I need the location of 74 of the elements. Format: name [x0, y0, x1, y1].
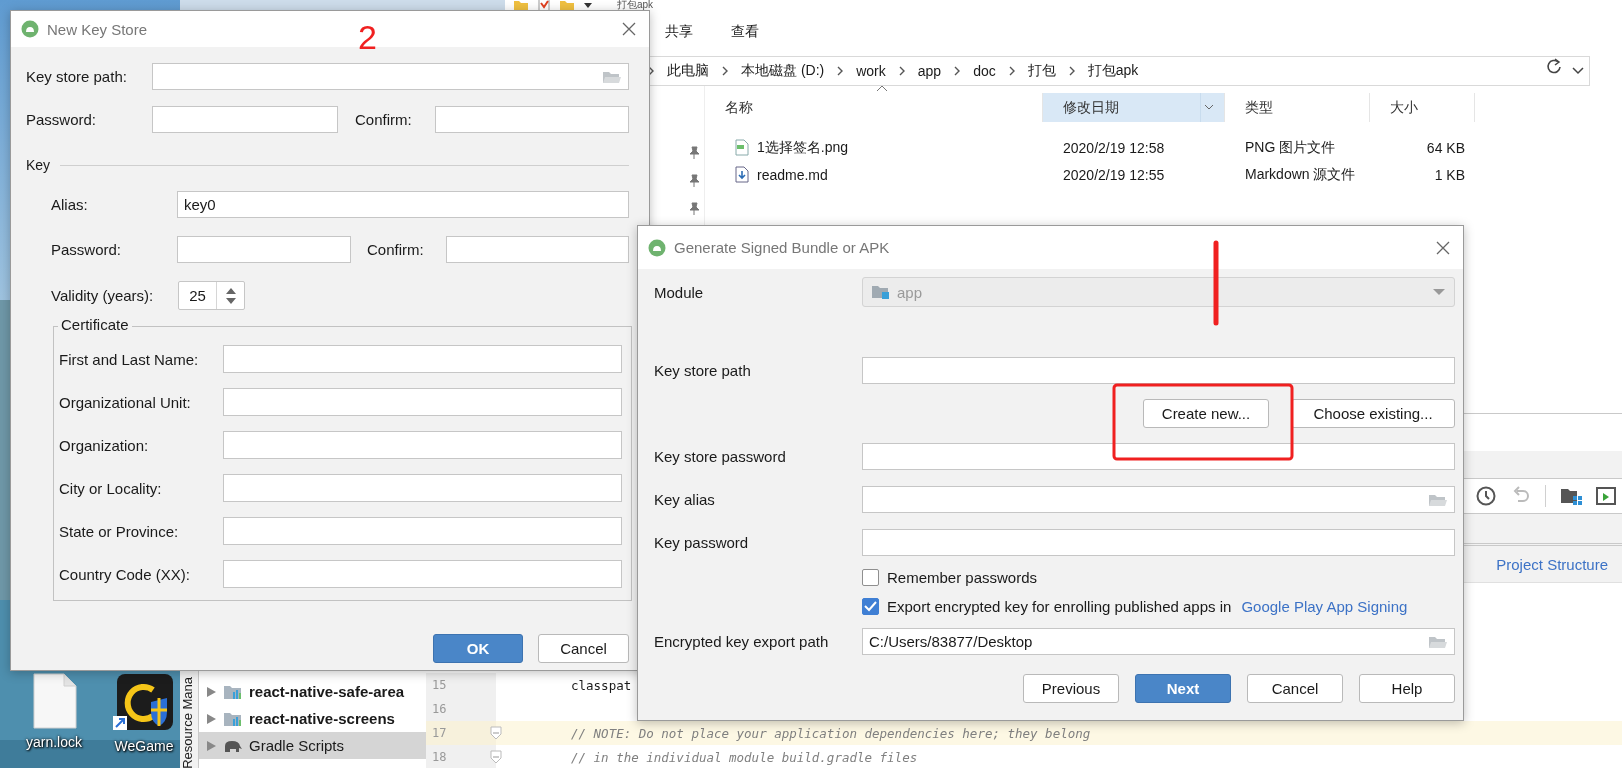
breadcrumb-item[interactable]: 打包 [1027, 62, 1056, 80]
line-number: 18 [432, 750, 447, 764]
field-label: Organization: [59, 436, 150, 454]
group-label: Certificate [58, 316, 132, 333]
modified-date: 2020/2/19 12:55 [1062, 166, 1166, 183]
file-type: Markdown 源文件 [1244, 165, 1357, 184]
dialog-button[interactable]: Help [1359, 674, 1455, 703]
primary-button[interactable]: OK [433, 634, 523, 663]
ribbon-tab[interactable]: 共享 [665, 23, 693, 41]
checkbox-label: Export encrypted key for enrolling published apps in [887, 598, 1232, 615]
field-label: Key store path: [26, 68, 128, 85]
file-size: 64 KB [1425, 139, 1466, 156]
line-number: 17 [432, 726, 447, 740]
annotation-number: 2 [358, 18, 377, 57]
field-label: Key store path [654, 362, 752, 379]
code-comment: // in the individual module build.gradle files [570, 749, 918, 765]
alias-field[interactable]: key0 [177, 191, 629, 218]
field-value: key0 [184, 196, 216, 213]
file-size: 1 KB [1433, 166, 1466, 183]
field-label: Confirm: [367, 241, 425, 258]
file-name[interactable]: 1选择签名.png [757, 138, 849, 157]
field-value: C:/Users/83877/Desktop [869, 633, 1033, 650]
field-label: Alias: [51, 196, 89, 213]
field-label: Validity (years): [51, 287, 155, 304]
icon-label[interactable]: yarn.lock [26, 734, 82, 750]
icon-label[interactable]: WeGame [114, 738, 174, 754]
tree-item[interactable]: react-native-safe-area [199, 678, 426, 705]
column-header[interactable]: 修改日期 [1043, 93, 1225, 122]
signing-link[interactable]: Google Play App Signing [1241, 598, 1408, 615]
field-label: Module [654, 283, 705, 301]
column-header[interactable]: 大小 [1370, 93, 1475, 122]
field-label: Key password [654, 534, 750, 551]
field-label: Organizational Unit: [59, 393, 192, 411]
modified-date: 2020/2/19 12:58 [1062, 139, 1166, 156]
breadcrumb-item[interactable]: 此电脑 [667, 62, 709, 80]
file-type: PNG 图片文件 [1244, 138, 1337, 157]
number-spinner[interactable]: 25 [178, 281, 245, 310]
code-line: classpat [570, 677, 632, 693]
breadcrumb-item[interactable]: app [917, 63, 942, 79]
field-label: Key store password [654, 448, 787, 465]
dialog-title: Generate Signed Bundle or APK [674, 239, 890, 256]
line-number: 15 [432, 678, 447, 692]
dialog-button[interactable]: Previous [1023, 674, 1119, 703]
tree-item[interactable]: Gradle Scripts [199, 732, 426, 759]
tree-item[interactable]: react-native-screens [199, 705, 426, 732]
field-label: First and Last Name: [59, 350, 200, 368]
dialog-title: New Key Store [47, 20, 148, 38]
field-label: State or Province: [59, 522, 180, 540]
field-label: Password: [51, 241, 123, 258]
field-label: Key alias [654, 491, 716, 508]
field-label: Country Code (XX): [59, 565, 191, 583]
dialog-button[interactable]: Choose existing... [1291, 399, 1455, 428]
field-label: Encrypted key export path [654, 633, 830, 650]
breadcrumb-item[interactable]: doc [973, 63, 996, 79]
dialog-button[interactable]: Create new... [1143, 399, 1269, 428]
section-label: Key [26, 157, 51, 173]
field-label: City or Locality: [59, 479, 163, 497]
file-name[interactable]: readme.md [757, 166, 828, 183]
checkbox-label: Remember passwords [887, 569, 1038, 586]
project-structure-link[interactable]: Project Structure [1496, 555, 1608, 573]
field-label: Confirm: [355, 111, 413, 128]
dialog-button[interactable]: Cancel [1247, 674, 1343, 703]
dialog-button[interactable]: Cancel [538, 634, 629, 663]
breadcrumb-item[interactable]: 本地磁盘 (D:) [741, 62, 825, 80]
path-field[interactable]: C:/Users/83877/Desktop [862, 628, 1455, 655]
line-number: 16 [432, 702, 447, 716]
field-label: Password: [26, 111, 98, 128]
window-title: 打包apk [617, 0, 654, 10]
ribbon-tab[interactable]: 查看 [731, 23, 759, 41]
breadcrumb-item[interactable]: work [856, 63, 886, 79]
breadcrumb-item[interactable]: 打包apk [1087, 62, 1139, 80]
primary-button[interactable]: Next [1135, 674, 1231, 703]
column-header[interactable]: 类型 [1225, 93, 1370, 122]
code-comment: // NOTE: Do not place your application dependencies here; they belong [570, 725, 1091, 741]
